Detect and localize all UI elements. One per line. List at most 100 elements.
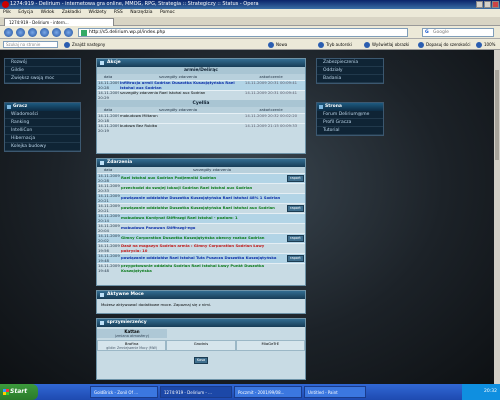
reload-icon[interactable]: [52, 28, 61, 37]
home-icon[interactable]: [64, 28, 73, 37]
event-text[interactable]: powiązanie oddziałów Duszotka Kuszojątyń…: [119, 206, 287, 211]
event-text[interactable]: przechodzi do swojej lokacji Sodrian Rae…: [119, 186, 287, 191]
show-images-button[interactable]: Wyświetlaj obrazki: [364, 39, 409, 50]
scrollbar-thumb[interactable]: [495, 70, 499, 160]
ally-cell[interactable]: MiaGeTrE: [235, 340, 305, 351]
raport-button[interactable]: raport: [287, 255, 304, 262]
menu-link-kolejka-budowy[interactable]: Kolejka budowy: [5, 143, 80, 151]
event-row: 14.11.2009 19:48 przygotowanie oddziału S…: [97, 263, 305, 273]
event-text[interactable]: Dzaż na magazyn Sodrian armia : Gimny Co…: [119, 243, 287, 253]
menu-link-ranking[interactable]: Ranking: [5, 119, 80, 127]
event-row: 14.11.2009 20:02 Gimny Corporation Duszot…: [97, 233, 305, 243]
menu-link-zabezpieczenia[interactable]: Zabezpieczenia: [317, 59, 383, 67]
find-next-button[interactable]: Znajdź następny: [64, 39, 105, 50]
menu-link-gildie[interactable]: Gildie: [5, 67, 80, 75]
event-text[interactable]: powiązanie oddziałów Duszotka Kuszojątyń…: [119, 196, 287, 201]
menu-item-rss[interactable]: RSS: [114, 10, 123, 15]
ally-cell[interactable]: Grodnis: [166, 340, 236, 351]
address-url: http://s5.delirium.wp.pl/index.php: [89, 30, 166, 35]
search-field[interactable]: G Google: [422, 28, 494, 37]
menu-item-widgets[interactable]: Widżety: [88, 10, 106, 15]
event-date: 14.11.2009 20:33: [98, 183, 120, 193]
menu-link-hibernacja[interactable]: Hibernacja: [5, 135, 80, 143]
minimize-button[interactable]: [476, 1, 483, 8]
menu-item-file[interactable]: Plik: [3, 10, 11, 15]
menu-link-forum[interactable]: Forum Delirium@me: [317, 111, 383, 119]
task-paint[interactable]: Untitled - Paint: [304, 386, 366, 398]
menu-item-edit[interactable]: Edycja: [18, 10, 33, 15]
left-menu-top: Rozwój Gildie Zwiększ swoją moc: [4, 58, 81, 84]
back-icon[interactable]: [4, 28, 13, 37]
menu-link-wiadomosci[interactable]: Wiadomości: [5, 111, 80, 119]
aktywne-moce-text[interactable]: Możesz aktywować dodatkowe moce. Zapozna…: [97, 299, 305, 310]
event-text[interactable]: mobudowa Kardynał Stiffrazgi Rael Istoha…: [119, 216, 287, 221]
find-next-icon: [64, 41, 70, 48]
right-menu-top: Zabezpieczenia Oddziały Badania: [316, 58, 384, 84]
vertical-scrollbar[interactable]: [494, 50, 500, 384]
menu-item-tools[interactable]: Narzędzia: [130, 10, 152, 15]
author-mode-button[interactable]: Tryb autorski: [318, 39, 352, 50]
section-bullet-icon: [100, 61, 104, 65]
fit-width-button[interactable]: Dopasuj do szerokości: [418, 39, 470, 50]
address-bar[interactable]: http://s5.delirium.wp.pl/index.php: [78, 28, 408, 37]
event-text[interactable]: mobudowa Panowan Stiffrazgi-ego: [119, 226, 287, 231]
raport-button[interactable]: raport: [287, 175, 304, 182]
find-in-page-input[interactable]: Szukaj na stronie: [3, 41, 58, 48]
event-date: 14.11.2009 20:14: [98, 213, 120, 223]
menu-link-intellicon[interactable]: IntelliCon: [5, 127, 80, 135]
akcje-column-headers: data szczegóły zdarzenia zakończenie: [97, 74, 305, 80]
event-date: 14.11.2009 19:56: [98, 243, 120, 253]
menu-item-help[interactable]: Pomoc: [160, 10, 175, 15]
event-date: 14.11.2009 19:48: [98, 263, 120, 273]
table-row: 14.11.2009 20:18 mobudowa Miltaron 14.11…: [97, 113, 305, 123]
section-bullet-icon: [100, 293, 104, 297]
table-row: 14.11.2009 20:28 infiltracja armii Sodri…: [97, 80, 305, 90]
raport-button[interactable]: raport: [287, 235, 304, 242]
event-text[interactable]: powiązanie oddziałów Rael Istohai Tuła P…: [119, 256, 287, 261]
rewind-icon[interactable]: [28, 28, 37, 37]
event-date: 14.11.2009 20:04: [98, 223, 120, 233]
menu-link-profil[interactable]: Profil Gracza: [317, 119, 383, 127]
menu-link-rozwoj[interactable]: Rozwój: [5, 59, 80, 67]
menu-link-tutorial[interactable]: Tutorial: [317, 127, 383, 135]
aktywne-moce-panel: Aktywne Moce Możesz aktywować dodatkowe …: [96, 290, 306, 314]
menu-link-oddzialy[interactable]: Oddziały: [317, 67, 383, 75]
raport-button[interactable]: raport: [287, 205, 304, 212]
strona-header: Strona: [317, 103, 383, 111]
fast-forward-icon[interactable]: [40, 28, 49, 37]
zoom-button[interactable]: 100%: [476, 39, 495, 50]
window-title: 1274:919 - Delirium - internetowa gra on…: [10, 1, 259, 7]
event-text[interactable]: przygotowanie oddziału Sodrian Rael Isto…: [119, 263, 287, 273]
akcje-panel: Akcje armie/Delirąc data szczegóły zdarz…: [96, 58, 306, 154]
menu-item-bookmarks[interactable]: Zakładki: [62, 10, 81, 15]
start-button[interactable]: Start: [0, 384, 38, 400]
menu-link-zwieksz-moc[interactable]: Zwiększ swoją moc: [5, 75, 80, 83]
event-row: 14.11.2009 20:21 powiązanie oddziałów Dus…: [97, 203, 305, 213]
table-row: 14.11.2009 20:29 szczegóły zdarzenia Rae…: [97, 90, 305, 100]
new-button[interactable]: Nowa: [268, 39, 287, 50]
close-button[interactable]: [492, 1, 499, 8]
maximize-button[interactable]: [484, 1, 491, 8]
ally-cell: Brofina gildie: Zmniejszenie Mocy (MW): [97, 340, 167, 351]
system-tray-clock: 20:32: [462, 384, 500, 400]
event-text[interactable]: Rael Istohai aux Sodrian Podjemniki Sodr…: [119, 176, 287, 181]
google-icon: G: [425, 30, 429, 35]
search-placeholder: Google: [433, 30, 449, 35]
browser-tab[interactable]: 1274:919 - Delirium - intern...: [4, 18, 114, 26]
forward-icon[interactable]: [16, 28, 25, 37]
ally-grid: Brofina gildie: Zmniejszenie Mocy (MW) G…: [97, 340, 305, 351]
event-text[interactable]: Gimny Corporation Duszotka Kuszojątyńska…: [119, 236, 287, 241]
menu-item-view[interactable]: Widok: [41, 10, 55, 15]
task-poczmit[interactable]: Poczmit - 2001/99/08...: [234, 386, 302, 398]
event-action: raport: [287, 205, 305, 212]
event-row: 14.11.2009 20:14 mobudowa Kardynał Stiffr…: [97, 213, 305, 223]
task-goldbrick[interactable]: GoldBrick - Zonil Of ...: [90, 386, 158, 398]
tab-bar: 1274:919 - Delirium - intern...: [0, 17, 500, 26]
event-date: 14.11.2009 20:02: [98, 233, 120, 243]
ally-head-cell: Kattan (zmiana atmosfery): [97, 329, 167, 338]
event-action: raport: [287, 235, 305, 242]
task-opera[interactable]: 1274:919 - Delirium - ...: [160, 386, 232, 398]
kasa-button[interactable]: Kasa: [193, 357, 209, 364]
menu-link-badania[interactable]: Badania: [317, 75, 383, 83]
gracz-menu: Gracz Wiadomości Ranking IntelliCon Hibe…: [4, 102, 81, 152]
